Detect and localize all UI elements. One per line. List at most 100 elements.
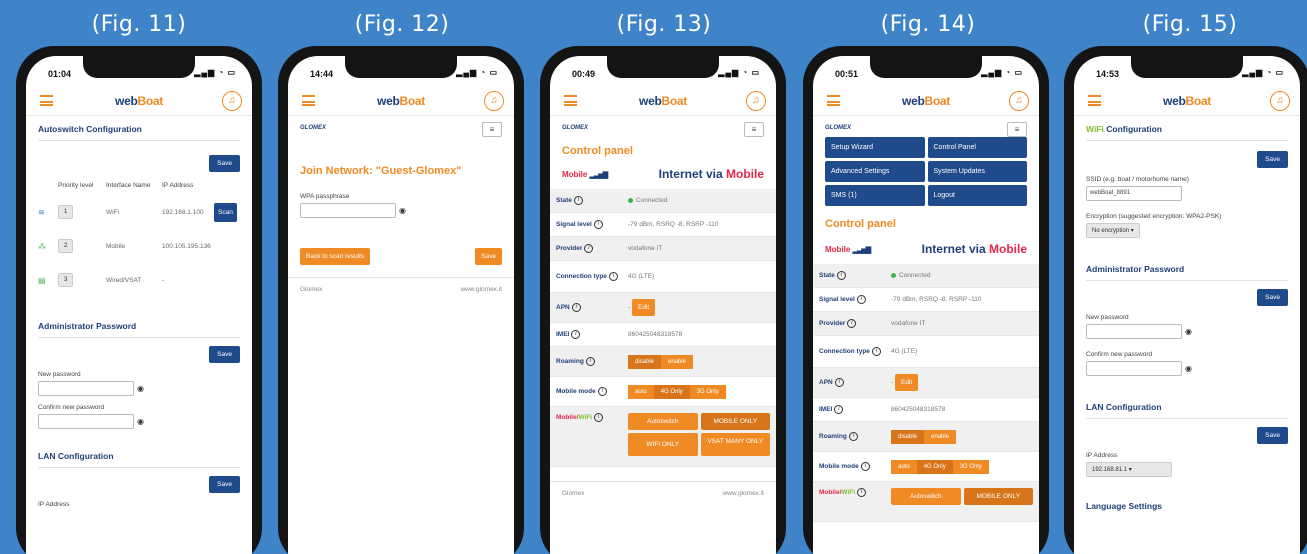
ssid-input[interactable]: webBoat_8891 bbox=[1086, 186, 1182, 201]
mobile-only-button[interactable]: MOBILE ONLY bbox=[963, 488, 1033, 505]
mode-auto-button[interactable]: auto bbox=[891, 459, 917, 474]
mode-auto-button[interactable]: auto bbox=[628, 384, 654, 399]
wifi-icon: ≋ bbox=[38, 207, 45, 217]
scan-button[interactable]: Scan bbox=[214, 202, 237, 222]
vsat-many-only-button[interactable]: VSAT MANY ONLY bbox=[700, 433, 770, 456]
nav-control-panel[interactable]: Control Panel bbox=[927, 137, 1027, 158]
info-icon[interactable]: i bbox=[848, 432, 858, 441]
info-icon[interactable]: i bbox=[571, 303, 581, 312]
save-button[interactable]: Save bbox=[1257, 427, 1288, 444]
mode-3g-button[interactable]: 3G Only bbox=[689, 384, 726, 399]
info-icon[interactable]: i bbox=[856, 295, 866, 304]
bell-icon[interactable]: ♫ bbox=[1270, 91, 1290, 111]
info-icon[interactable]: i bbox=[871, 347, 881, 356]
status-time: 00:49 bbox=[572, 69, 596, 79]
eye-icon[interactable]: ◉ bbox=[1185, 364, 1192, 373]
hamburger-menu-icon[interactable] bbox=[302, 95, 315, 106]
encryption-select[interactable]: No encryption ▾ bbox=[1086, 223, 1140, 238]
info-icon[interactable]: i bbox=[857, 488, 867, 497]
back-to-scan-results-button[interactable]: Back to scan results bbox=[300, 248, 371, 265]
info-icon[interactable]: i bbox=[608, 272, 618, 281]
confirm-password-input[interactable] bbox=[38, 414, 134, 429]
nav-sms[interactable]: SMS (1) bbox=[825, 185, 925, 206]
save-button[interactable]: Save bbox=[1257, 151, 1288, 168]
footer-url[interactable]: www.glomex.it bbox=[722, 490, 764, 497]
autoswitch-button[interactable]: Autoswitch bbox=[891, 488, 961, 505]
footer-url[interactable]: www.glomex.it bbox=[460, 286, 502, 293]
menu-toggle-button[interactable]: ≡ bbox=[1007, 122, 1027, 137]
mode-3g-button[interactable]: 3G Only bbox=[952, 459, 989, 474]
hamburger-menu-icon[interactable] bbox=[1088, 95, 1101, 106]
mobile-label: Mobile ▂▃▅▇ bbox=[825, 244, 871, 254]
bell-icon[interactable]: ♫ bbox=[1009, 91, 1029, 111]
new-password-input[interactable] bbox=[38, 381, 134, 396]
save-button[interactable]: Save bbox=[475, 248, 502, 265]
bell-icon[interactable]: ♫ bbox=[746, 91, 766, 111]
info-icon[interactable]: i bbox=[593, 220, 603, 229]
status-table: State i Connected Signal level i -79 dBm, RS… bbox=[550, 189, 776, 467]
info-icon[interactable]: i bbox=[585, 357, 595, 366]
new-password-input[interactable] bbox=[1086, 324, 1182, 339]
info-icon[interactable]: i bbox=[836, 271, 846, 280]
priority-select[interactable]: 3 bbox=[58, 273, 74, 287]
menu-toggle-button[interactable]: ≡ bbox=[482, 122, 502, 137]
table-row: Provider i vodafone IT bbox=[813, 312, 1039, 336]
phone-fig15: 14:53 ▂▄▆ ◔ ▭ webBoat ♫ WiFi Configurati… bbox=[1064, 46, 1307, 554]
wpa-passphrase-label: WPA passphrase bbox=[300, 193, 350, 200]
wifi-only-button[interactable]: WIFI ONLY bbox=[628, 433, 698, 456]
nav-setup-wizard[interactable]: Setup Wizard bbox=[825, 137, 925, 158]
mode-4g-button[interactable]: 4G Only bbox=[916, 459, 953, 474]
ip-address-field[interactable]: 192.168.81.1 ▾ bbox=[1086, 462, 1172, 477]
autoswitch-button[interactable]: Autoswitch bbox=[628, 413, 698, 430]
mobile-only-button[interactable]: MOBILE ONLY bbox=[700, 413, 770, 430]
eye-icon[interactable]: ◉ bbox=[1185, 327, 1192, 336]
info-icon[interactable]: i bbox=[834, 405, 844, 414]
info-icon[interactable]: i bbox=[584, 244, 594, 253]
info-icon[interactable]: i bbox=[860, 462, 870, 471]
edit-apn-button[interactable]: Edit bbox=[894, 374, 919, 391]
eye-icon[interactable]: ◉ bbox=[137, 384, 144, 393]
admin-password-title: Administrator Password bbox=[38, 313, 240, 338]
figure-title-12: (Fig. 12) bbox=[354, 12, 450, 37]
bell-icon[interactable]: ♫ bbox=[222, 91, 242, 111]
connected-dot-icon bbox=[891, 272, 896, 278]
confirm-password-input[interactable] bbox=[1086, 361, 1182, 376]
edit-apn-button[interactable]: Edit bbox=[631, 299, 656, 316]
wpa-passphrase-input[interactable] bbox=[300, 203, 396, 218]
hamburger-menu-icon[interactable] bbox=[564, 95, 577, 106]
save-button[interactable]: Save bbox=[209, 346, 240, 363]
ip-address-label: IP Address bbox=[38, 501, 70, 508]
table-row: IMEI i 860425048318578 bbox=[550, 323, 776, 347]
autoswitch-row-mobile: ⁂ 2 Mobile 100.105.195.136 bbox=[38, 229, 240, 263]
info-icon[interactable]: i bbox=[594, 413, 604, 422]
eye-icon[interactable]: ◉ bbox=[399, 206, 406, 215]
figure-title-11: (Fig. 11) bbox=[91, 12, 187, 37]
mode-4g-button[interactable]: 4G Only bbox=[653, 384, 690, 399]
menu-toggle-button[interactable]: ≡ bbox=[744, 122, 764, 137]
info-icon[interactable]: i bbox=[834, 378, 844, 387]
nav-logout[interactable]: Logout bbox=[927, 185, 1027, 206]
roaming-enable-button[interactable]: enable bbox=[661, 354, 694, 369]
info-icon[interactable]: i bbox=[571, 330, 581, 339]
info-icon[interactable]: i bbox=[847, 319, 857, 328]
save-button[interactable]: Save bbox=[209, 155, 240, 172]
nav-system-updates[interactable]: System Updates bbox=[927, 161, 1027, 182]
eye-icon[interactable]: ◉ bbox=[137, 417, 144, 426]
phone-notch bbox=[83, 56, 195, 78]
info-icon[interactable]: i bbox=[573, 196, 583, 205]
roaming-disable-button[interactable]: disable bbox=[891, 429, 925, 444]
bell-icon[interactable]: ♫ bbox=[484, 91, 504, 111]
priority-select[interactable]: 2 bbox=[58, 239, 74, 253]
hamburger-menu-icon[interactable] bbox=[40, 95, 53, 106]
screen: 00:49 ▂▄▆ ◔ ▭ webBoat ♫ GLOMEX ≡ Control… bbox=[550, 56, 776, 554]
info-icon[interactable]: i bbox=[597, 387, 607, 396]
hamburger-menu-icon[interactable] bbox=[827, 95, 840, 106]
webboat-logo: webBoat bbox=[1163, 94, 1211, 108]
phone-notch bbox=[345, 56, 457, 78]
save-button[interactable]: Save bbox=[1257, 289, 1288, 306]
priority-select[interactable]: 1 bbox=[58, 205, 74, 219]
roaming-enable-button[interactable]: enable bbox=[924, 429, 957, 444]
nav-advanced-settings[interactable]: Advanced Settings bbox=[825, 161, 925, 182]
save-button[interactable]: Save bbox=[209, 476, 240, 493]
roaming-disable-button[interactable]: disable bbox=[628, 354, 662, 369]
